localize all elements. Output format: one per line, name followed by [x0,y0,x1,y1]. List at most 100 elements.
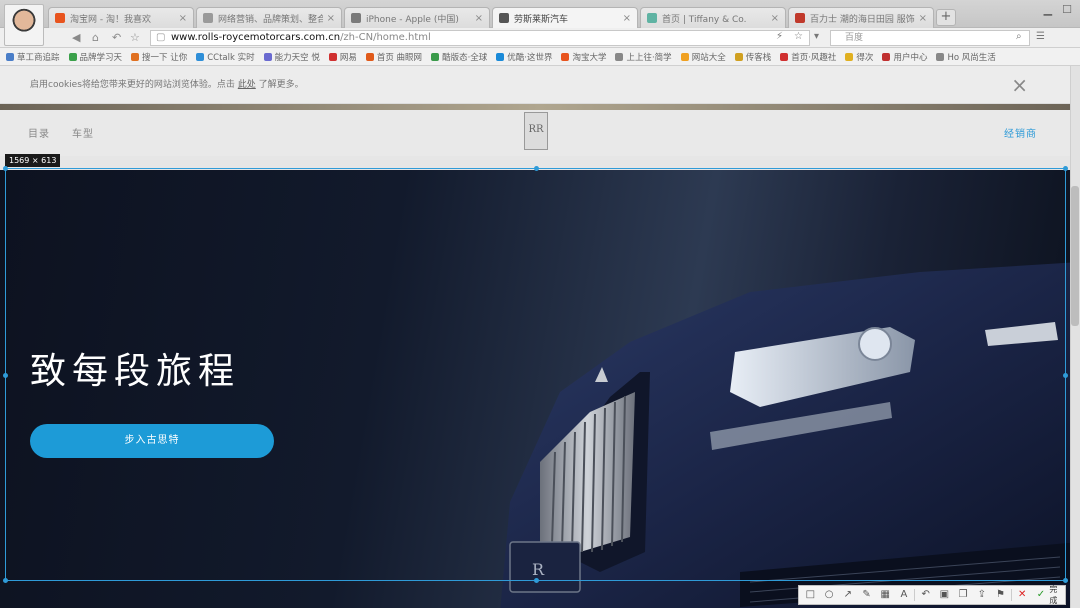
tab-label: 淘宝网 - 淘！我喜欢 [70,14,151,25]
bookmark-item[interactable]: 酷版态·全球 [431,51,487,63]
bookmark-item[interactable]: 草工商追踪 [6,51,60,63]
arrow-icon[interactable]: ↗ [839,587,856,603]
bookmark-item[interactable]: CCtalk 实时 [196,51,255,63]
bookmark-item[interactable]: 网站大全 [680,51,726,63]
browser-tab[interactable]: 首页 | Tiffany & Co. × [640,7,786,28]
tab-favicon-icon [55,13,65,23]
back-icon[interactable]: ◀ [72,31,80,44]
minimize-icon[interactable]: ▁ [1044,3,1052,16]
browser-tab-strip: 淘宝网 - 淘！我喜欢 × 网络营销、品牌策划、整合营销 × iPhone - … [0,0,1080,28]
reader-icon[interactable]: ⚡ [776,31,783,42]
site-nav: 目录 车型 RR 经销商 [0,104,1080,156]
capture-selection[interactable] [3,166,1068,583]
resize-handle[interactable] [3,373,8,378]
tab-close-icon[interactable]: × [327,13,335,24]
browser-tab[interactable]: iPhone - Apple (中国) × [344,7,490,28]
bookmark-icon [496,52,505,61]
bookmark-icon [734,52,743,61]
url-host: www.rolls-roycemotorcars.com.cn [171,32,341,43]
pen-icon[interactable]: ✎ [858,587,875,603]
scrollbar[interactable] [1070,66,1080,608]
capture-toolbar: □ ○ ↗ ✎ ▦ A ↶ ▣ ❐ ⇪ ⚑ ✕ ✓ 完成 [798,585,1066,605]
star-icon[interactable]: ☆ [130,31,140,44]
rolls-royce-logo[interactable]: RR [524,112,548,150]
nav-directory[interactable]: 目录 [28,125,50,140]
bookmark-icon [6,52,14,61]
bookmark-item[interactable]: 品牌学习天 [68,51,122,63]
copy-icon[interactable]: ❐ [955,587,972,603]
tab-favicon-icon [647,13,657,23]
tab-close-icon[interactable]: × [919,13,927,24]
maximize-icon[interactable]: ☐ [1062,3,1072,16]
bookmark-item[interactable]: 首页 曲眼网 [365,51,422,63]
bookmark-star-icon[interactable]: ☆ [794,31,803,42]
resize-handle[interactable] [1063,373,1068,378]
tab-label: 百力士 潮的海日田园 服饰 [810,14,915,25]
done-button[interactable]: 完成 [1049,584,1065,606]
resize-handle[interactable] [3,578,8,583]
cookie-tail: 了解更多。 [258,80,304,90]
dropdown-icon[interactable]: ▾ [814,31,819,42]
resize-handle[interactable] [1063,578,1068,583]
toolbar-divider [914,589,916,601]
tab-close-icon[interactable]: × [179,13,187,24]
tab-close-icon[interactable]: × [623,13,631,24]
cookie-link[interactable]: 此处 [238,80,256,90]
tab-label: 劳斯莱斯汽车 [514,14,569,25]
tab-close-icon[interactable]: × [771,13,779,24]
user-avatar[interactable] [4,4,44,46]
share-icon[interactable]: ⇪ [973,587,990,603]
resize-handle[interactable] [534,578,539,583]
bookmark-item[interactable]: 淘宝大学 [561,51,606,63]
bookmark-item[interactable]: 能力天空 悦 [263,51,320,63]
bookmark-item[interactable]: 搜一下 让你 [131,51,187,63]
mosaic-icon[interactable]: ▦ [877,587,894,603]
url-input[interactable]: ▢ www.rolls-roycemotorcars.com.cn/zh-CN/… [150,30,810,46]
browser-tab[interactable]: 百力士 潮的海日田园 服饰 × [788,7,934,28]
resize-handle[interactable] [1063,166,1068,171]
bookmark-item[interactable]: 得次 [845,51,873,63]
close-icon[interactable]: × [1011,75,1028,95]
cancel-icon[interactable]: ✕ [1014,587,1031,603]
save-icon[interactable]: ▣ [936,587,953,603]
bookmark-item[interactable]: 网易 [328,51,357,63]
bookmark-icon [936,52,945,61]
rectangle-icon[interactable]: □ [802,587,819,603]
url-path: /zh-CN/home.html [340,32,431,43]
tab-favicon-icon [203,13,213,23]
ellipse-icon[interactable]: ○ [821,587,838,603]
bookmark-icon [561,52,570,61]
page-icon: ▢ [156,32,166,43]
home-icon[interactable]: ⌂ [92,31,99,44]
tab-close-icon[interactable]: × [475,13,483,24]
nav-dealer[interactable]: 经销商 [1004,125,1037,140]
bookmark-item[interactable]: 优酷·这世界 [496,51,552,63]
resize-handle[interactable] [3,166,8,171]
bookmark-icon [680,52,689,61]
browser-tab-active[interactable]: 劳斯莱斯汽车 × [492,7,638,28]
bookmark-item[interactable]: 用户中心 [882,51,927,63]
pin-icon[interactable]: ⚑ [992,587,1009,603]
scrollbar-thumb[interactable] [1071,186,1079,326]
search-input[interactable]: 百度 [830,30,1030,46]
search-engine-label: 百度 [845,33,864,43]
bookmark-item[interactable]: 上上往·简学 [615,51,672,63]
search-icon[interactable]: ⌕ [1016,31,1022,42]
bookmark-item[interactable]: 传客栈 [734,51,771,63]
window-controls: ▁ ☐ [1044,3,1072,16]
undo-icon[interactable]: ↶ [112,31,121,44]
new-tab-button[interactable]: + [936,9,956,26]
nav-models[interactable]: 车型 [72,125,94,140]
menu-icon[interactable]: ☰ [1036,31,1045,42]
browser-tab[interactable]: 淘宝网 - 淘！我喜欢 × [48,7,194,28]
bookmark-icon [615,52,624,61]
tab-label: iPhone - Apple (中国) [366,14,459,25]
undo-icon[interactable]: ↶ [917,587,934,603]
bookmarks-bar: 草工商追踪 品牌学习天 搜一下 让你 CCtalk 实时 能力天空 悦 网易 首… [0,48,1080,66]
resize-handle[interactable] [534,166,539,171]
confirm-icon[interactable]: ✓ [1033,587,1050,603]
text-icon[interactable]: A [896,587,913,603]
bookmark-item[interactable]: 首页·风趣社 [780,51,836,63]
browser-tab[interactable]: 网络营销、品牌策划、整合营销 × [196,7,342,28]
bookmark-item[interactable]: Ho 风尚生活 [936,51,996,63]
